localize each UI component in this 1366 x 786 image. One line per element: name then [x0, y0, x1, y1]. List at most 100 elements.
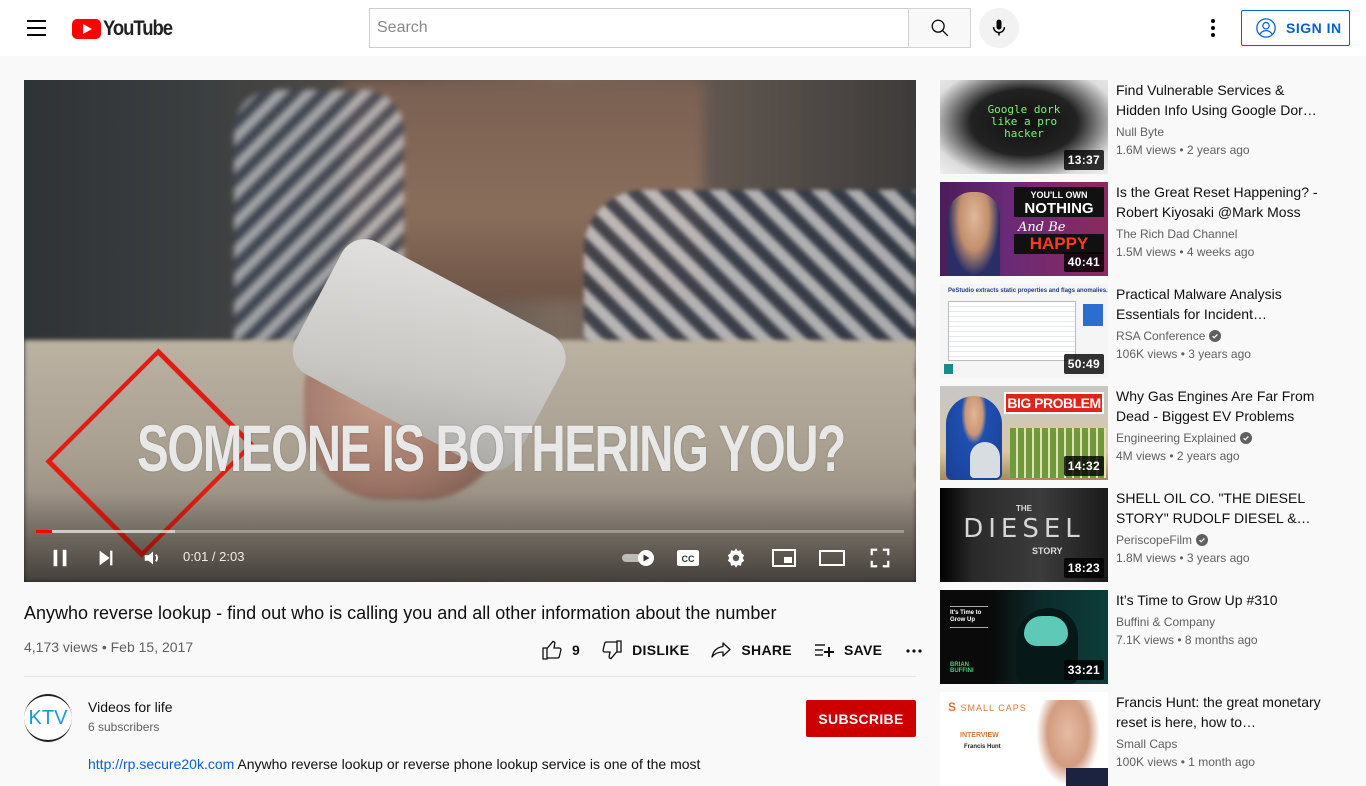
dislike-button[interactable]: DISLIKE — [590, 632, 699, 668]
pause-button[interactable] — [42, 538, 78, 578]
recommendation-title[interactable]: It’s Time to Grow Up #310 — [1116, 590, 1326, 610]
recommendation-meta: 1.6M views • 2 years ago — [1116, 143, 1250, 157]
channel-name: The Rich Dad Channel — [1116, 227, 1238, 241]
recommendation-title[interactable]: Is the Great Reset Happening? - Robert K… — [1116, 182, 1326, 222]
search-box — [369, 8, 971, 48]
description-link[interactable]: http://rp.secure20k.com — [88, 756, 234, 772]
recommendation-item[interactable]: S SMALL CAPS INTERVIEW Francis Hunt Fran… — [940, 692, 1342, 786]
captions-button[interactable]: CC — [670, 538, 706, 578]
recommendation-title[interactable]: Find Vulnerable Services & Hidden Info U… — [1116, 80, 1326, 120]
youtube-play-icon — [72, 19, 101, 39]
recommendation-title[interactable]: SHELL OIL CO. "THE DIESEL STORY" RUDOLF … — [1116, 488, 1326, 528]
next-button[interactable] — [88, 538, 124, 578]
menu-icon-bar — [26, 34, 46, 36]
channel-name: Buffini & Company — [1116, 615, 1216, 629]
recommendation-channel[interactable]: Engineering Explained — [1116, 431, 1253, 445]
thumbnail-text: INTERVIEW — [960, 732, 999, 739]
menu-icon-bar — [26, 20, 46, 22]
channel-name: Null Byte — [1116, 125, 1165, 139]
recommendation-item[interactable]: Google dork like a pro hacker 13:37 Find… — [940, 80, 1342, 174]
recommendation-title[interactable]: Practical Malware Analysis Essentials fo… — [1116, 284, 1326, 324]
video-thumbnail[interactable]: It's Time to Grow Up BRIAN BUFFINI 33:21 — [940, 590, 1108, 684]
video-overlay-text: SOMEONE IS BOTHERING YOU? — [137, 411, 846, 485]
mute-button[interactable] — [135, 538, 171, 578]
share-button[interactable]: SHARE — [699, 632, 802, 668]
search-button[interactable] — [908, 8, 971, 48]
sign-in-button[interactable]: SIGN IN — [1241, 10, 1350, 46]
video-thumbnail[interactable]: PeStudio extracts static properties and … — [940, 284, 1108, 378]
recommendation-item[interactable]: BIG PROBLEM 14:32 Why Gas Engines Are Fa… — [940, 386, 1342, 480]
playlist-add-icon — [814, 644, 834, 657]
miniplayer-button[interactable] — [766, 538, 802, 578]
recommendation-channel[interactable]: PeriscopeFilm — [1116, 533, 1209, 547]
more-actions-button[interactable] — [892, 632, 936, 668]
more-vert-icon-dot — [1211, 19, 1215, 23]
miniplayer-icon — [772, 549, 796, 567]
subscribe-button[interactable]: SUBSCRIBE — [806, 700, 916, 737]
like-button[interactable]: 9 — [530, 632, 590, 668]
theater-icon — [819, 550, 845, 566]
pause-icon — [53, 549, 67, 567]
voice-search-button[interactable] — [979, 8, 1019, 48]
video-thumbnail[interactable]: S SMALL CAPS INTERVIEW Francis Hunt — [940, 692, 1108, 786]
recommendation-meta: 100K views • 1 month ago — [1116, 755, 1255, 769]
video-description: http://rp.secure20k.com Anywho reverse l… — [88, 756, 700, 772]
verified-check-icon — [1209, 330, 1222, 342]
save-label: SAVE — [843, 642, 883, 658]
volume-icon — [144, 551, 158, 565]
video-thumbnail[interactable]: Google dork like a pro hacker 13:37 — [940, 80, 1108, 174]
progress-bar[interactable] — [36, 530, 904, 533]
recommendation-item[interactable]: THE DIESEL STORY 18:23 SHELL OIL CO. "TH… — [940, 488, 1342, 582]
dislike-label: DISLIKE — [632, 642, 690, 658]
captions-icon: CC — [677, 550, 699, 566]
thumbnail-text: Google dork like a pro hacker — [987, 103, 1061, 140]
thumbnail-text: THE — [1016, 504, 1032, 513]
video-actions: 9 DISLIKE SHARE SAVE — [530, 632, 936, 668]
duration-badge: 18:23 — [1063, 558, 1104, 578]
recommendation-channel[interactable]: Small Caps — [1116, 737, 1177, 751]
thumbs-down-icon — [602, 640, 622, 660]
search-input[interactable] — [369, 8, 908, 48]
video-thumbnail[interactable]: YOU'LL OWN NOTHING And Be HAPPY 40:41 — [940, 182, 1108, 276]
settings-button[interactable] — [718, 538, 754, 578]
video-thumbnail[interactable]: BIG PROBLEM 14:32 — [940, 386, 1108, 480]
youtube-logo[interactable]: YouTube — [72, 17, 181, 41]
duration-badge: 40:41 — [1063, 252, 1104, 272]
share-label: SHARE — [741, 642, 792, 658]
save-button[interactable]: SAVE — [802, 632, 892, 668]
recommendation-channel[interactable]: RSA Conference — [1116, 329, 1222, 343]
search-icon — [931, 19, 948, 37]
duration-badge: 50:49 — [1063, 354, 1104, 374]
video-thumbnail[interactable]: THE DIESEL STORY 18:23 — [940, 488, 1108, 582]
channel-name: Small Caps — [1116, 737, 1178, 751]
recommendation-title[interactable]: Francis Hunt: the great monetary reset i… — [1116, 692, 1326, 732]
fullscreen-button[interactable] — [862, 538, 898, 578]
recommendation-channel[interactable]: Buffini & Company — [1116, 615, 1215, 629]
account-circle-icon — [1256, 18, 1276, 38]
subscriber-count: 6 subscribers — [88, 720, 160, 734]
channel-name: RSA Conference — [1116, 329, 1206, 343]
recommendation-meta: 1.8M views • 3 years ago — [1116, 551, 1250, 565]
theater-mode-button[interactable] — [814, 538, 850, 578]
menu-button[interactable] — [16, 8, 56, 48]
thumbnail-screenshot — [948, 301, 1076, 361]
more-vert-icon-dot — [1211, 33, 1215, 37]
thumbnail-person — [948, 192, 1000, 276]
duration-badge: 14:32 — [1063, 456, 1104, 476]
channel-avatar[interactable]: KTV — [24, 694, 72, 742]
thumbnail-object — [970, 442, 1000, 478]
recommendation-channel[interactable]: The Rich Dad Channel — [1116, 227, 1237, 241]
more-horiz-icon — [906, 649, 922, 653]
settings-menu-button[interactable] — [1193, 8, 1233, 48]
video-player[interactable]: SOMEONE IS BOTHERING YOU? 0:01 / 2:03 CC — [24, 80, 916, 582]
recommendation-title[interactable]: Why Gas Engines Are Far From Dead - Bigg… — [1116, 386, 1326, 426]
recommendation-item[interactable]: PeStudio extracts static properties and … — [940, 284, 1342, 378]
channel-avatar-text: KTV — [28, 706, 68, 729]
recommendation-item[interactable]: It's Time to Grow Up BRIAN BUFFINI 33:21… — [940, 590, 1342, 684]
recommendation-item[interactable]: YOU'LL OWN NOTHING And Be HAPPY 40:41 Is… — [940, 182, 1342, 276]
autoplay-toggle[interactable] — [616, 538, 660, 578]
channel-name[interactable]: Videos for life — [88, 699, 173, 715]
recommendation-channel[interactable]: Null Byte — [1116, 125, 1164, 139]
video-meta: 4,173 views • Feb 15, 2017 — [24, 639, 194, 655]
masthead: YouTube SIGN IN — [0, 0, 1366, 56]
